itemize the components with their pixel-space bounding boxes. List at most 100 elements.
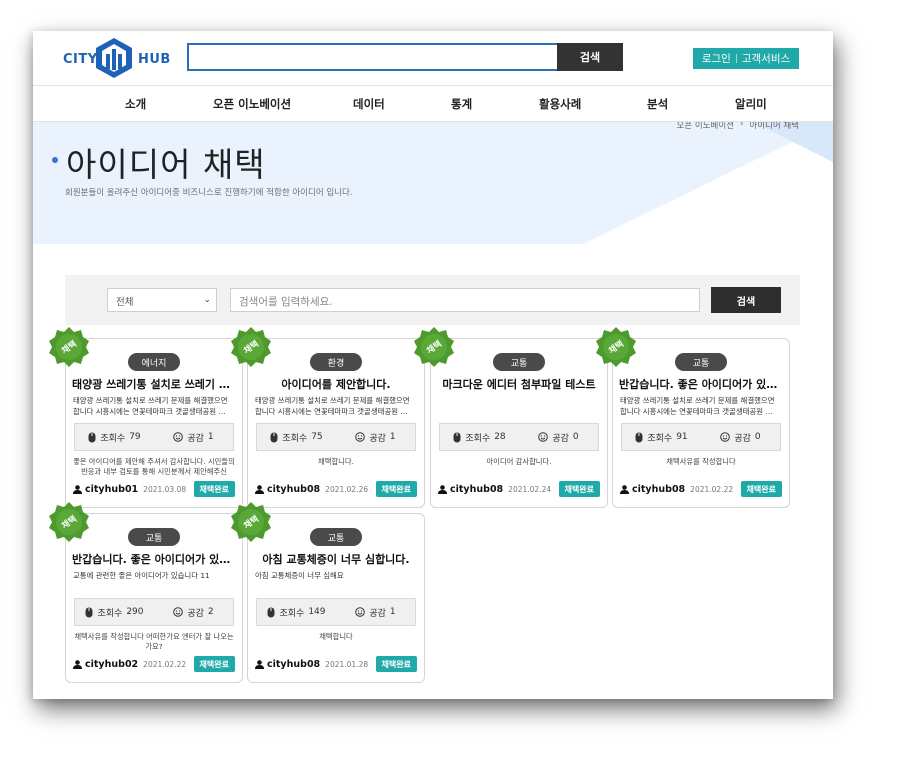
mouse-icon bbox=[267, 607, 275, 617]
views-stat: 조회수 28 bbox=[440, 431, 519, 444]
card-description: 태양광 쓰레기통 설치로 쓰레기 문제를 해결했으면 합니다 시흥시에는 연꽃테… bbox=[73, 396, 228, 416]
views-stat: 조회수 290 bbox=[75, 606, 154, 619]
likes-count: 2 bbox=[207, 607, 214, 617]
author-name: cityhub08 bbox=[450, 483, 504, 495]
mouse-icon bbox=[453, 432, 461, 442]
card-stats: 조회수 28 공감 0 bbox=[439, 423, 599, 451]
idea-card[interactable]: 채택 교통 반갑습니다. 좋은 아이디어가 있어요 교통에 관련한 좋은 아이디… bbox=[49, 502, 243, 683]
author-name: cityhub02 bbox=[85, 658, 139, 670]
adopted-seal-icon: 채택 bbox=[48, 501, 90, 543]
adoption-reason: 채택사유를 작성합니다 bbox=[666, 457, 736, 466]
author: cityhub02 bbox=[73, 659, 138, 670]
category-badge: 환경 bbox=[310, 353, 362, 371]
views-stat: 조회수 149 bbox=[257, 606, 336, 619]
category-select-value: 전체 bbox=[116, 297, 134, 308]
user-icon bbox=[620, 484, 629, 494]
card-stats: 조회수 91 공감 0 bbox=[621, 423, 781, 451]
page-hero: 오픈 이노베이션 › 아이디어 채택 아이디어 채택 회원분들이 올려주신 아이… bbox=[33, 122, 833, 244]
category-select[interactable]: 전체 ⌄ bbox=[107, 288, 217, 312]
nav-item-analysis[interactable]: 분석 bbox=[647, 96, 668, 112]
card-title[interactable]: 반갑습니다. 좋은 아이디어가 있어요 bbox=[619, 376, 783, 392]
keyword-search-input[interactable]: 검색어를 입력하세요. bbox=[230, 288, 700, 312]
card-title[interactable]: 아침 교통체증이 너무 심합니다. bbox=[254, 551, 418, 567]
card-footer: cityhub08 2021.02.24 채택완료 bbox=[438, 481, 600, 497]
card-title[interactable]: 마크다운 에디터 첨부파일 테스트 bbox=[437, 376, 601, 392]
user-icon bbox=[438, 484, 447, 494]
adoption-reason: 채택합니다. bbox=[318, 457, 354, 466]
author: cityhub08 bbox=[438, 484, 503, 495]
login-link[interactable]: 로그인 bbox=[702, 51, 731, 66]
likes-stat: 공감 1 bbox=[336, 606, 415, 619]
idea-card[interactable]: 채택 교통 마크다운 에디터 첨부파일 테스트 조회수 28 공감 0 아이디어… bbox=[414, 327, 608, 508]
status-badge: 채택완료 bbox=[193, 656, 235, 672]
likes-label: 공감 bbox=[369, 433, 386, 444]
idea-card[interactable]: 채택 환경 아이디어를 제안합니다. 태양광 쓰레기통 설치로 쓰레기 문제를 … bbox=[231, 327, 425, 508]
card-description: 교통에 관련한 좋은 아이디어가 있습니다 11 bbox=[73, 571, 210, 580]
nav-item-data[interactable]: 데이터 bbox=[353, 96, 385, 112]
user-icon bbox=[73, 659, 82, 669]
adopted-seal-icon: 채택 bbox=[230, 326, 272, 368]
smile-icon bbox=[720, 432, 731, 442]
card-title[interactable]: 반갑습니다. 좋은 아이디어가 있어요 bbox=[72, 551, 236, 567]
idea-card[interactable]: 채택 에너지 태양광 쓰레기통 설치로 쓰레기 문… 태양광 쓰레기통 설치로 … bbox=[49, 327, 243, 508]
views-label: 조회수 bbox=[100, 433, 126, 444]
views-count: 149 bbox=[308, 607, 326, 617]
breadcrumb-parent[interactable]: 오픈 이노베이션 bbox=[677, 122, 734, 131]
nav-item-use-cases[interactable]: 활용사례 bbox=[539, 96, 581, 112]
card-footer: cityhub08 2021.02.22 채택완료 bbox=[620, 481, 782, 497]
browser-page: CITY HUB 검색 로그인 | 고객서비스 소개 오픈 이노베이션 데이터 … bbox=[33, 31, 833, 699]
adoption-reason: 채택합니다 bbox=[319, 632, 353, 641]
author-name: cityhub08 bbox=[632, 483, 686, 495]
user-icon bbox=[255, 659, 264, 669]
header-search-button[interactable]: 검색 bbox=[557, 43, 623, 71]
author: cityhub08 bbox=[620, 484, 685, 495]
filter-search-button[interactable]: 검색 bbox=[711, 287, 781, 313]
category-badge: 에너지 bbox=[128, 353, 180, 371]
views-label: 조회수 bbox=[282, 433, 308, 444]
views-count: 75 bbox=[311, 432, 323, 442]
card-footer: cityhub02 2021.02.22 채택완료 bbox=[73, 656, 235, 672]
logo-hexagon-icon bbox=[96, 38, 132, 78]
card-description: 아침 교통체증이 너무 심해요 bbox=[255, 571, 344, 580]
page-title: 아이디어 채택 bbox=[66, 145, 266, 184]
nav-item-open-innovation[interactable]: 오픈 이노베이션 bbox=[213, 96, 291, 112]
views-stat: 조회수 79 bbox=[75, 431, 154, 444]
adopted-seal-icon: 채택 bbox=[48, 326, 90, 368]
views-label: 조회수 bbox=[279, 608, 305, 619]
views-count: 79 bbox=[129, 432, 141, 442]
nav-item-intro[interactable]: 소개 bbox=[125, 96, 146, 112]
likes-count: 1 bbox=[389, 432, 396, 442]
post-date: 2021.03.08 bbox=[143, 484, 187, 494]
status-badge: 채택완료 bbox=[558, 481, 600, 497]
idea-card[interactable]: 채택 교통 반갑습니다. 좋은 아이디어가 있어요 태양광 쓰레기통 설치로 쓰… bbox=[596, 327, 790, 508]
post-date: 2021.02.22 bbox=[143, 659, 187, 669]
likes-count: 0 bbox=[572, 432, 579, 442]
card-title[interactable]: 아이디어를 제안합니다. bbox=[254, 376, 418, 392]
likes-label: 공감 bbox=[552, 433, 569, 444]
author: cityhub08 bbox=[255, 484, 320, 495]
status-badge: 채택완료 bbox=[375, 656, 417, 672]
cityhub-logo[interactable]: CITY HUB bbox=[63, 37, 171, 79]
customer-service-link[interactable]: 고객서비스 bbox=[742, 51, 790, 66]
views-label: 조회수 bbox=[465, 433, 491, 444]
logo-text-hub: HUB bbox=[138, 52, 171, 67]
smile-icon bbox=[173, 607, 184, 617]
likes-label: 공감 bbox=[734, 433, 751, 444]
header-search-input[interactable] bbox=[187, 43, 559, 71]
idea-card[interactable]: 채택 교통 아침 교통체증이 너무 심합니다. 아침 교통체증이 너무 심해요 … bbox=[231, 502, 425, 683]
status-badge: 채택완료 bbox=[740, 481, 782, 497]
mouse-icon bbox=[635, 432, 643, 442]
adopted-seal-icon: 채택 bbox=[230, 501, 272, 543]
adoption-reason: 아이디어 감사합니다. bbox=[486, 457, 552, 466]
author: cityhub08 bbox=[255, 659, 320, 670]
site-header: CITY HUB 검색 로그인 | 고객서비스 bbox=[33, 31, 833, 85]
views-stat: 조회수 75 bbox=[257, 431, 336, 444]
card-stats: 조회수 75 공감 1 bbox=[256, 423, 416, 451]
nav-item-notices[interactable]: 알리미 bbox=[735, 96, 767, 112]
nav-item-statistics[interactable]: 통계 bbox=[451, 96, 472, 112]
main-nav: 소개 오픈 이노베이션 데이터 통계 활용사례 분석 알리미 bbox=[33, 85, 833, 122]
views-count: 290 bbox=[126, 607, 144, 617]
adoption-reason: 좋은 아이디어를 제안해 주셔서 감사합니다. 시민들의 반응과 내부 검토를 … bbox=[73, 457, 235, 476]
keyword-search-placeholder: 검색어를 입력하세요. bbox=[239, 296, 333, 308]
card-title[interactable]: 태양광 쓰레기통 설치로 쓰레기 문… bbox=[72, 376, 236, 392]
